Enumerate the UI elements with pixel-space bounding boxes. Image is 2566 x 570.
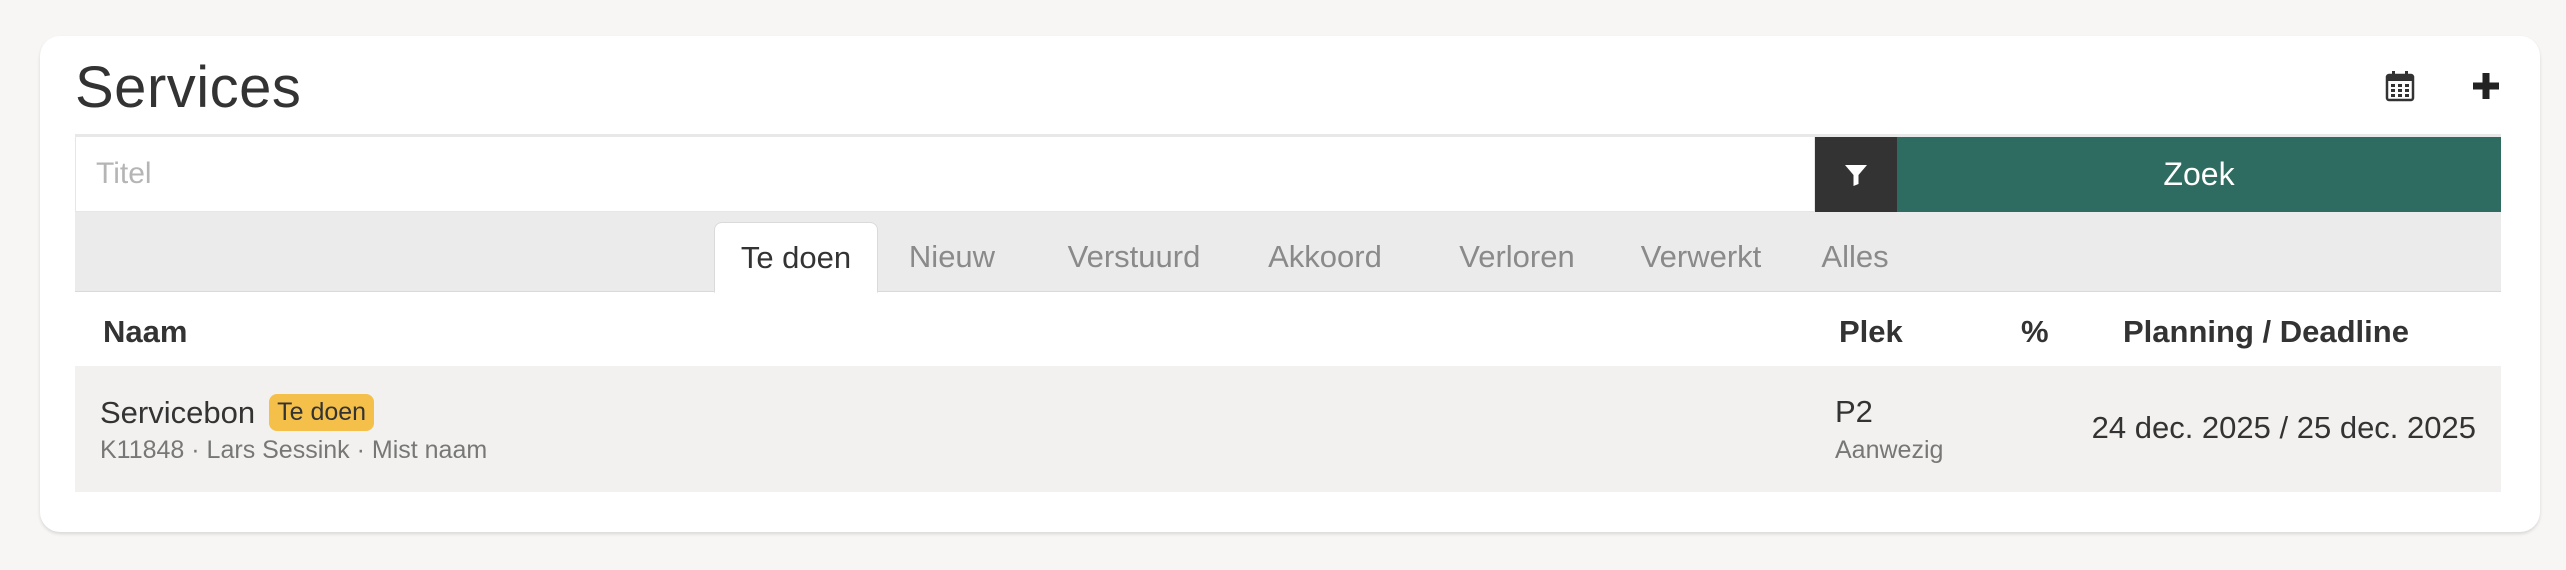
plus-icon[interactable]: [2466, 66, 2506, 106]
tab-akkoord[interactable]: Akkoord: [1245, 222, 1405, 292]
column-header-percentage[interactable]: %: [2021, 314, 2049, 350]
search-input[interactable]: [75, 137, 1815, 212]
tab-verstuurd[interactable]: Verstuurd: [1048, 222, 1220, 292]
tab-verloren[interactable]: Verloren: [1437, 222, 1597, 292]
services-card: Services Titel Zoek Te doen Nieuw Verstu…: [40, 36, 2540, 532]
row-name[interactable]: Servicebon: [100, 395, 255, 431]
status-badge: Te doen: [269, 394, 375, 431]
page-title: Services: [75, 55, 302, 120]
row-plek: P2: [1835, 394, 1873, 429]
search-bar: Zoek: [75, 134, 2501, 212]
calendar-icon[interactable]: [2380, 66, 2420, 106]
filter-button[interactable]: [1815, 137, 1897, 212]
column-header-planning[interactable]: Planning / Deadline: [2123, 314, 2409, 350]
filter-icon: [1845, 164, 1867, 186]
header-actions: [2380, 66, 2506, 106]
table-header: Naam Plek % Planning / Deadline: [75, 292, 2501, 366]
column-header-plek[interactable]: Plek: [1839, 314, 1903, 350]
row-plek-status: Aanwezig: [1835, 436, 1944, 464]
tab-te-doen[interactable]: Te doen: [714, 222, 878, 293]
tab-alles[interactable]: Alles: [1805, 222, 1905, 292]
search-button[interactable]: Zoek: [1897, 137, 2501, 212]
tab-verwerkt[interactable]: Verwerkt: [1621, 222, 1781, 292]
column-header-naam[interactable]: Naam: [103, 314, 187, 350]
table-row[interactable]: Servicebon Te doen K11848 · Lars Sessink…: [75, 366, 2501, 492]
tab-nieuw[interactable]: Nieuw: [893, 222, 1011, 292]
row-title: Servicebon Te doen: [100, 394, 375, 431]
row-meta: K11848 · Lars Sessink · Mist naam: [100, 436, 488, 464]
row-planning: 24 dec. 2025 / 25 dec. 2025: [2091, 410, 2476, 445]
status-tabs: Te doen Nieuw Verstuurd Akkoord Verloren…: [75, 212, 2501, 293]
